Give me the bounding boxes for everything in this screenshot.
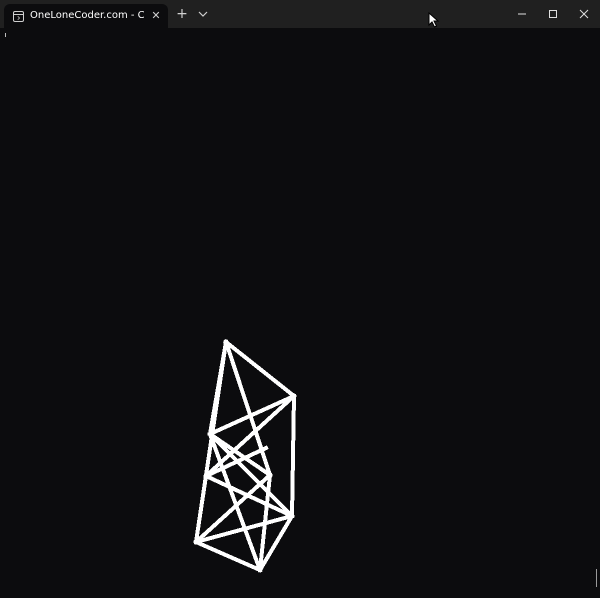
tab-console[interactable]: OneLoneCoder.com - Console ✕ bbox=[4, 4, 168, 28]
mouse-pointer-icon bbox=[428, 11, 440, 28]
minimize-icon bbox=[518, 13, 526, 15]
wireframe-mesh bbox=[193, 339, 297, 573]
new-tab-button[interactable]: + bbox=[175, 7, 189, 21]
tab-close-icon[interactable]: ✕ bbox=[149, 9, 163, 23]
minimize-button[interactable] bbox=[512, 4, 532, 24]
terminal-icon bbox=[13, 11, 24, 22]
scrollbar-thumb[interactable] bbox=[596, 569, 597, 587]
chevron-down-icon[interactable] bbox=[196, 7, 210, 21]
title-bar: OneLoneCoder.com - Console ✕ + bbox=[0, 0, 600, 28]
console-area[interactable] bbox=[0, 28, 600, 598]
tab-title: OneLoneCoder.com - Console bbox=[30, 10, 144, 21]
console-window: OneLoneCoder.com - Console ✕ + bbox=[0, 0, 600, 598]
close-button[interactable] bbox=[574, 4, 594, 24]
maximize-button[interactable] bbox=[543, 4, 563, 24]
close-icon bbox=[579, 9, 589, 19]
maximize-icon bbox=[549, 10, 557, 18]
